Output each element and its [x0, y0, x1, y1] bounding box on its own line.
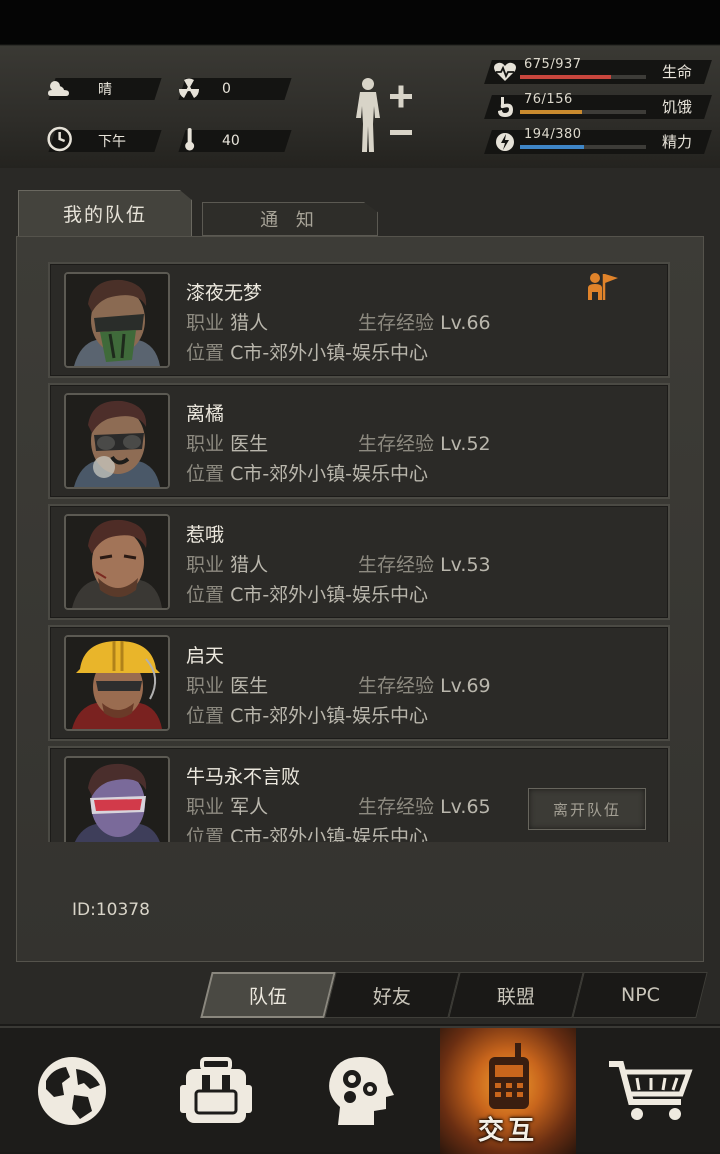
- team-member-list[interactable]: 漆夜无梦 职业 猎人 生存经验 Lv.66 位置 C市-郊外小镇-娱乐中心 离橘…: [48, 262, 670, 842]
- time-chip: 下午: [47, 126, 162, 152]
- member-name: 离橘: [186, 403, 225, 425]
- team-member-row[interactable]: 惹哦 职业 猎人 生存经验 Lv.53 位置 C市-郊外小镇-娱乐中心: [48, 504, 670, 620]
- backpack-icon: [180, 1057, 252, 1123]
- social-subtabs: 队伍 好友 联盟 NPC: [196, 972, 710, 1018]
- bottom-nav: 交互: [0, 1026, 720, 1154]
- nav-world-map[interactable]: [0, 1028, 144, 1154]
- nav-backpack[interactable]: [144, 1028, 288, 1154]
- member-exp: 生存经验 Lv.53: [358, 554, 491, 576]
- thermometer-icon: [175, 124, 205, 154]
- team-member-row[interactable]: 离橘 职业 医生 生存经验 Lv.52 位置 C市-郊外小镇-娱乐中心: [48, 383, 670, 499]
- stat-hunger: 76/156 饥饿: [484, 92, 712, 121]
- avatar: [64, 272, 170, 368]
- status-area: 晴 0 下午 40 675/937 生命 76/156 饥饿 194/380 精…: [0, 0, 720, 168]
- member-exp: 生存经验 Lv.69: [358, 675, 491, 697]
- member-location: 位置 C市-郊外小镇-娱乐中心: [186, 705, 429, 727]
- weather-text: 晴: [98, 82, 112, 98]
- temperature-text: 40: [222, 133, 240, 149]
- stat-energy: 194/380 精力: [484, 127, 712, 156]
- member-location: 位置 C市-郊外小镇-娱乐中心: [186, 584, 429, 606]
- nav-shop[interactable]: [580, 1028, 720, 1154]
- member-job: 职业 猎人: [186, 554, 269, 576]
- radiation-chip: 0: [178, 78, 292, 100]
- tab-notice[interactable]: 通 知: [202, 202, 378, 236]
- member-name: 漆夜无梦: [186, 282, 263, 304]
- member-exp: 生存经验 Lv.66: [358, 312, 491, 334]
- member-location: 位置 C市-郊外小镇-娱乐中心: [186, 826, 429, 842]
- stat-life: 675/937 生命: [484, 57, 712, 86]
- team-leader-flag-icon: [586, 270, 620, 302]
- hunger-label: 饥饿: [662, 98, 693, 116]
- globe-icon: [38, 1057, 106, 1125]
- avatar: [64, 756, 170, 842]
- nav-interaction-label: 交互: [477, 1116, 538, 1146]
- team-member-row[interactable]: 漆夜无梦 职业 猎人 生存经验 Lv.66 位置 C市-郊外小镇-娱乐中心: [48, 262, 670, 378]
- life-value: 675/937: [524, 57, 582, 72]
- member-exp: 生存经验 Lv.52: [358, 433, 491, 455]
- member-exp: 生存经验 Lv.65: [358, 796, 491, 818]
- member-location: 位置 C市-郊外小镇-娱乐中心: [186, 342, 429, 364]
- avatar: [64, 635, 170, 731]
- cart-icon: [609, 1061, 693, 1120]
- avatar: [64, 393, 170, 489]
- nav-skills[interactable]: [288, 1028, 432, 1154]
- temperature-chip: 40: [178, 128, 292, 152]
- member-job: 职业 猎人: [186, 312, 269, 334]
- radiation-text: 0: [222, 81, 231, 97]
- stomach-icon: [490, 93, 520, 121]
- cloud-sun-icon: [44, 74, 74, 104]
- subtab-team[interactable]: 队伍: [200, 972, 336, 1018]
- hunger-value: 76/156: [524, 92, 573, 107]
- member-job: 职业 医生: [186, 675, 269, 697]
- team-member-row[interactable]: 牛马永不言败 职业 军人 生存经验 Lv.65 位置 C市-郊外小镇-娱乐中心 …: [48, 746, 670, 842]
- energy-icon: [490, 128, 520, 156]
- user-id: ID:10378: [72, 900, 150, 920]
- energy-label: 精力: [662, 133, 693, 151]
- member-name: 牛马永不言败: [186, 766, 301, 788]
- team-member-row[interactable]: 启天 职业 医生 生存经验 Lv.69 位置 C市-郊外小镇-娱乐中心: [48, 625, 670, 741]
- subtab-npc[interactable]: NPC: [572, 972, 708, 1018]
- member-job: 职业 医生: [186, 433, 269, 455]
- subtab-friends[interactable]: 好友: [324, 972, 460, 1018]
- nav-interaction[interactable]: 交互: [440, 1028, 576, 1154]
- life-label: 生命: [662, 63, 693, 81]
- member-job: 职业 军人: [186, 796, 269, 818]
- heart-pulse-icon: [490, 58, 520, 86]
- subtab-alliance[interactable]: 联盟: [448, 972, 584, 1018]
- tab-my-team[interactable]: 我的队伍: [18, 190, 192, 236]
- radiation-icon: [174, 74, 204, 104]
- leave-team-button[interactable]: 离开队伍: [528, 788, 646, 830]
- walkie-talkie-icon: [489, 1043, 529, 1109]
- clock-icon: [45, 124, 75, 154]
- energy-value: 194/380: [524, 127, 582, 142]
- head-gears-icon: [329, 1057, 394, 1125]
- avatar: [64, 514, 170, 610]
- member-location: 位置 C市-郊外小镇-娱乐中心: [186, 463, 429, 485]
- human-figure-icon: [356, 78, 412, 152]
- member-name: 惹哦: [186, 524, 225, 546]
- time-text: 下午: [98, 134, 126, 150]
- member-name: 启天: [186, 645, 225, 667]
- weather-chip: 晴: [48, 78, 162, 100]
- body-status-figure[interactable]: [348, 76, 420, 156]
